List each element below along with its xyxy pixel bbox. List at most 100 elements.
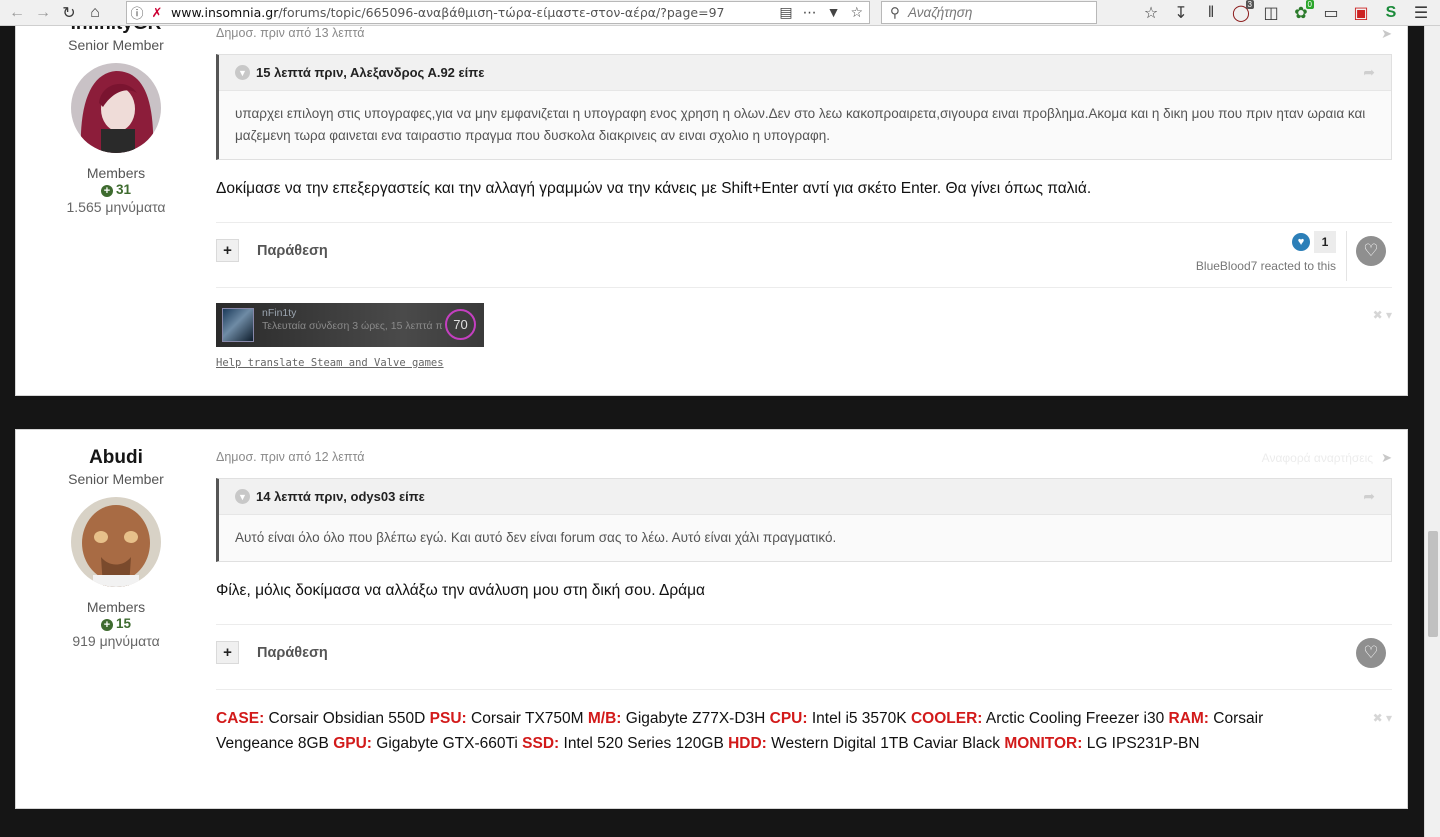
steam-avatar [222, 308, 254, 342]
insecure-lock-icon[interactable]: ✗ [147, 5, 167, 21]
library-icon[interactable]: ‖ [1196, 1, 1226, 25]
pc-specs: CASE: Corsair Obsidian 550D PSU: Corsair… [216, 706, 1392, 756]
spec-key: SSD: [522, 735, 560, 752]
chevron-down-icon[interactable]: ▼ [235, 65, 250, 80]
quote-button[interactable]: + Παράθεση [216, 641, 328, 664]
hide-signature-icon[interactable]: ✖ ▾ [1373, 308, 1392, 322]
reputation-value: 15 [115, 616, 132, 631]
bookmark-star-icon[interactable]: ☆ [850, 4, 863, 21]
extension-green-badge: 0 [1305, 0, 1314, 9]
search-bar[interactable]: ⚲ Αναζήτηση [881, 1, 1097, 24]
post-meta-actions: ➤ [1381, 26, 1392, 42]
menu-icon[interactable]: ☰ [1406, 1, 1436, 25]
heart-icon[interactable]: ♡ [1356, 236, 1386, 266]
author-name[interactable]: InfinityGR [16, 26, 216, 35]
post-date[interactable]: Δημοσ. πριν από 13 λεπτά [216, 26, 1392, 40]
pocket-icon[interactable]: ▼ [827, 4, 841, 21]
pocket-list-icon[interactable]: ☆ [1136, 1, 1166, 25]
quote-link-icon[interactable]: ➦ [1363, 64, 1375, 81]
download-icon[interactable]: ↧ [1166, 1, 1196, 25]
quote-citation: 15 λεπτά πριν, Αλεξανδρος Α.92 είπε [256, 65, 485, 80]
toolbar-extensions: ☆ ↧ ‖ ◯ 3 ◫ ✿ 0 ▭ ▣ S ☰ [1136, 0, 1436, 26]
avatar[interactable] [71, 497, 161, 587]
reputation-plus-icon: + [100, 619, 113, 631]
spec-key: CPU: [769, 710, 808, 727]
extension-green-icon[interactable]: ✿ 0 [1286, 0, 1316, 25]
colorful-s-icon[interactable]: S [1376, 1, 1406, 25]
back-icon[interactable]: ← [4, 1, 30, 25]
reacted-by-text[interactable]: BlueBlood7 reacted to this [1196, 259, 1336, 273]
forward-icon[interactable]: → [30, 1, 56, 25]
hide-signature-icon[interactable]: ✖ ▾ [1373, 711, 1392, 725]
signature: ✖ ▾ nFin1ty Τελευταία σύνδεση 3 ώρες, 15… [216, 303, 1392, 369]
spec-key: COOLER: [910, 710, 983, 727]
author-group: Members [86, 599, 146, 615]
search-icon: ⚲ [890, 4, 900, 20]
screenshot-icon[interactable]: ▣ [1346, 1, 1376, 25]
quote-button-label: Παράθεση [257, 644, 328, 661]
post-actions: + Παράθεση ♥ 1 BlueBlood7 reacted to thi… [216, 222, 1392, 288]
spec-key: M/B: [587, 710, 622, 727]
share-icon[interactable]: ➤ [1381, 26, 1392, 42]
quote-button[interactable]: + Παράθεση [216, 239, 328, 262]
reputation-badge: +15 [16, 616, 216, 631]
post-body: Δημοσ. πριν από 13 λεπτά ➤ ▼ 15 λεπτά πρ… [216, 26, 1392, 369]
page-actions-icon[interactable]: ⋯ [803, 4, 817, 21]
scrollbar-thumb[interactable] [1428, 531, 1438, 637]
quote-text: Αυτό είναι όλο όλο που βλέπω εγώ. Και αυ… [235, 530, 837, 545]
sidebar-icon[interactable]: ◫ [1256, 1, 1286, 25]
steam-profile-card[interactable]: nFin1ty Τελευταία σύνδεση 3 ώρες, 15 λεπ… [216, 303, 484, 347]
home-icon[interactable]: ⌂ [82, 1, 108, 25]
forum-page: InfinityGR Senior Member Members +31 1.5… [0, 26, 1424, 837]
signature-link[interactable]: Help translate Steam and Valve games [216, 357, 1392, 369]
forum-post: Abudi Senior Member Members +15 919 μηνύ… [15, 429, 1408, 809]
page-scrollbar[interactable] [1424, 26, 1440, 837]
reaction-summary[interactable]: ♥ 1 [1292, 231, 1336, 253]
quote-header: ▼ 15 λεπτά πριν, Αλεξανδρος Α.92 είπε ➦ [219, 55, 1391, 91]
spec-key: GPU: [333, 735, 372, 752]
quote-text: υπαρχει επιλογη στις υπογραφες,για να μη… [235, 106, 1366, 143]
signature: ✖ ▾ CASE: Corsair Obsidian 550D PSU: Cor… [216, 706, 1392, 756]
spec-key: CASE: [216, 710, 265, 727]
reputation-badge: +31 [16, 182, 216, 197]
post-date[interactable]: Δημοσ. πριν από 12 λεπτά [216, 450, 1392, 464]
post-content: Φίλε, μόλις δοκίμασα να αλλάξω την ανάλυ… [216, 582, 705, 599]
chevron-down-icon[interactable]: ▼ [235, 489, 250, 504]
quote-block: ▼ 15 λεπτά πριν, Αλεξανδρος Α.92 είπε ➦ … [216, 54, 1392, 160]
url-bar[interactable]: ⓘ ✗ www.insomnia.gr/forums/topic/665096-… [126, 1, 870, 24]
report-link[interactable]: Αναφορά αναρτήσεις [1262, 451, 1373, 465]
ublock-badge: 3 [1245, 0, 1254, 9]
quote-button-label: Παράθεση [257, 242, 328, 259]
forum-post: InfinityGR Senior Member Members +31 1.5… [15, 26, 1408, 396]
reputation-plus-icon: + [100, 185, 113, 197]
post-author: Abudi Senior Member Members +15 919 μηνύ… [16, 447, 216, 649]
spec-value: Corsair TX750M [466, 710, 588, 727]
spec-value: Intel 520 Series 120GB [559, 735, 729, 752]
url-host: www.insomnia.gr [171, 5, 279, 20]
author-group: Members [86, 165, 146, 181]
post-author: InfinityGR Senior Member Members +31 1.5… [16, 26, 216, 215]
info-icon[interactable]: ⓘ [127, 3, 147, 22]
screen-icon[interactable]: ▭ [1316, 1, 1346, 25]
author-rank: Senior Member [68, 471, 164, 487]
spec-value: LG IPS231P-BN [1082, 735, 1200, 752]
reader-view-icon[interactable]: ▤ [779, 4, 792, 21]
heart-icon[interactable]: ♡ [1356, 638, 1386, 668]
spec-key: RAM: [1168, 710, 1209, 727]
divider [1346, 231, 1347, 281]
reload-icon[interactable]: ↻ [56, 1, 82, 25]
spec-key: PSU: [429, 710, 467, 727]
reaction-count: 1 [1314, 231, 1336, 253]
quote-block: ▼ 14 λεπτά πριν, odys03 είπε ➦ Αυτό είνα… [216, 478, 1392, 562]
author-name[interactable]: Abudi [16, 447, 216, 469]
reputation-value: 31 [115, 182, 132, 197]
avatar[interactable] [71, 63, 161, 153]
ublock-icon[interactable]: ◯ 3 [1226, 0, 1256, 25]
spec-value: Western Digital 1TB Caviar Black [766, 735, 1005, 752]
quote-link-icon[interactable]: ➦ [1363, 488, 1375, 505]
browser-toolbar: ← → ↻ ⌂ ⓘ ✗ www.insomnia.gr/forums/topic… [0, 0, 1440, 26]
search-input[interactable]: Αναζήτηση [908, 5, 972, 20]
share-icon[interactable]: ➤ [1381, 450, 1392, 466]
plus-icon: + [216, 641, 239, 664]
url-text[interactable]: www.insomnia.gr/forums/topic/665096-αναβ… [167, 5, 779, 20]
